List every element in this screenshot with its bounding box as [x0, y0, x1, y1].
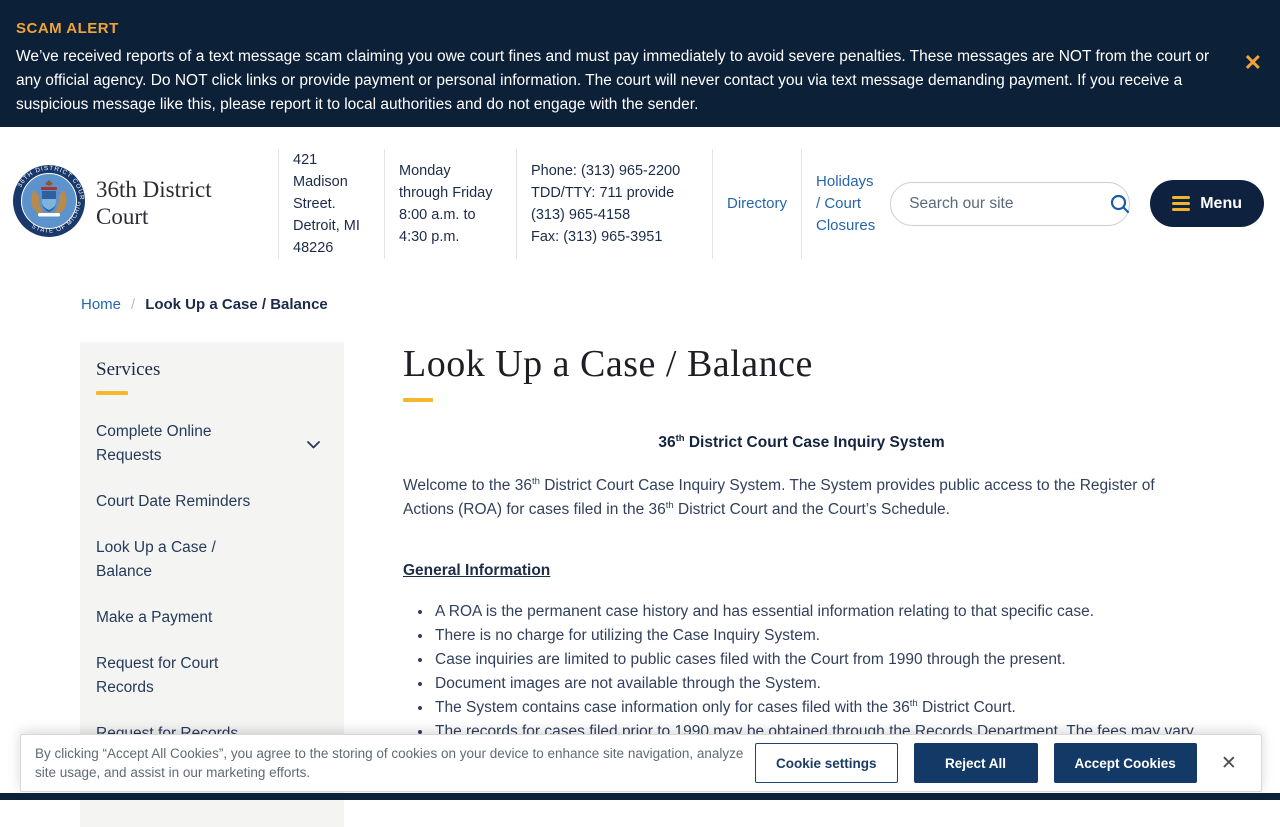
accept-cookies-button[interactable]: Accept Cookies — [1054, 743, 1197, 783]
chevron-down-icon[interactable] — [305, 436, 322, 453]
header-tdd: TDD/TTY: 711 provide (313) 965-4158 — [531, 182, 698, 226]
list-item: A ROA is the permanent case history and … — [433, 600, 1200, 624]
cookie-close-icon[interactable]: ✕ — [1221, 754, 1237, 773]
list-item: The System contains case information onl… — [433, 696, 1200, 720]
list-item: Case inquiries are limited to public cas… — [433, 648, 1200, 672]
header-directory-col: Directory — [712, 149, 801, 259]
site-header: 36TH DISTRICT COURT STATE OF MICHIGAN 36… — [0, 127, 1280, 280]
cookie-message: By clicking “Accept All Cookies”, you ag… — [35, 744, 755, 782]
court-seal-logo: 36TH DISTRICT COURT STATE OF MICHIGAN — [12, 164, 86, 243]
header-hours: Monday through Friday 8:00 a.m. to 4:30 … — [384, 149, 516, 259]
reject-all-button[interactable]: Reject All — [914, 743, 1038, 783]
cookie-consent-banner: By clicking “Accept All Cookies”, you ag… — [20, 734, 1262, 792]
footer-edge-strip — [0, 793, 1280, 800]
list-item: Document images are not available throug… — [433, 672, 1200, 696]
sidebar-item-court-date-reminders[interactable]: Court Date Reminders — [96, 479, 328, 525]
scam-alert-banner: SCAM ALERT We’ve received reports of a t… — [0, 0, 1280, 127]
general-information-list: A ROA is the permanent case history and … — [433, 600, 1200, 744]
breadcrumb-separator: / — [131, 296, 135, 313]
case-inquiry-heading: 36th District Court Case Inquiry System — [403, 434, 1200, 452]
alert-close-icon[interactable]: ✕ — [1244, 52, 1262, 74]
header-holidays-col: Holidays / Court Closures — [801, 149, 883, 259]
search-icon[interactable] — [1109, 193, 1131, 215]
breadcrumb-home-link[interactable]: Home — [81, 296, 121, 313]
menu-button[interactable]: Menu — [1150, 180, 1264, 227]
sidebar-item-request-court-records[interactable]: Request for Court Records — [96, 641, 328, 711]
directory-link[interactable]: Directory — [727, 193, 787, 215]
menu-button-label: Menu — [1200, 195, 1242, 213]
site-title: 36th District Court — [96, 177, 264, 230]
hamburger-icon — [1172, 196, 1190, 211]
sidebar-item-complete-online-requests[interactable]: Complete Online Requests — [96, 409, 328, 479]
page-title-underline — [403, 398, 433, 402]
sidebar-item-look-up-case-balance[interactable]: Look Up a Case / Balance — [96, 525, 328, 595]
header-address: 421 Madison Street. Detroit, MI 48226 — [278, 149, 384, 259]
list-item: There is no charge for utilizing the Cas… — [433, 624, 1200, 648]
scam-alert-title: SCAM ALERT — [16, 20, 1220, 37]
cookie-buttons: Cookie settings Reject All Accept Cookie… — [755, 743, 1197, 783]
header-info-columns: 421 Madison Street. Detroit, MI 48226 Mo… — [278, 149, 883, 259]
cookie-settings-button[interactable]: Cookie settings — [755, 743, 898, 783]
header-phone: Phone: (313) 965-2200 — [531, 160, 698, 182]
header-fax: Fax: (313) 965-3951 — [531, 226, 698, 248]
scam-alert-message: We’ve received reports of a text message… — [16, 45, 1220, 117]
holidays-closures-link[interactable]: Holidays / Court Closures — [816, 171, 869, 237]
sidebar-title-underline — [96, 391, 128, 395]
general-information-heading: General Information — [403, 562, 1200, 580]
page-title: Look Up a Case / Balance — [403, 342, 1200, 386]
sidebar-item-make-a-payment[interactable]: Make a Payment — [96, 595, 328, 641]
site-search — [890, 182, 1130, 226]
breadcrumb: Home / Look Up a Case / Balance — [0, 280, 1280, 313]
sidebar-title: Services — [96, 359, 328, 381]
welcome-paragraph: Welcome to the 36th District Court Case … — [403, 474, 1200, 522]
header-phone-block: Phone: (313) 965-2200 TDD/TTY: 711 provi… — [516, 149, 712, 259]
breadcrumb-current: Look Up a Case / Balance — [145, 296, 328, 313]
search-input[interactable] — [909, 195, 1109, 213]
